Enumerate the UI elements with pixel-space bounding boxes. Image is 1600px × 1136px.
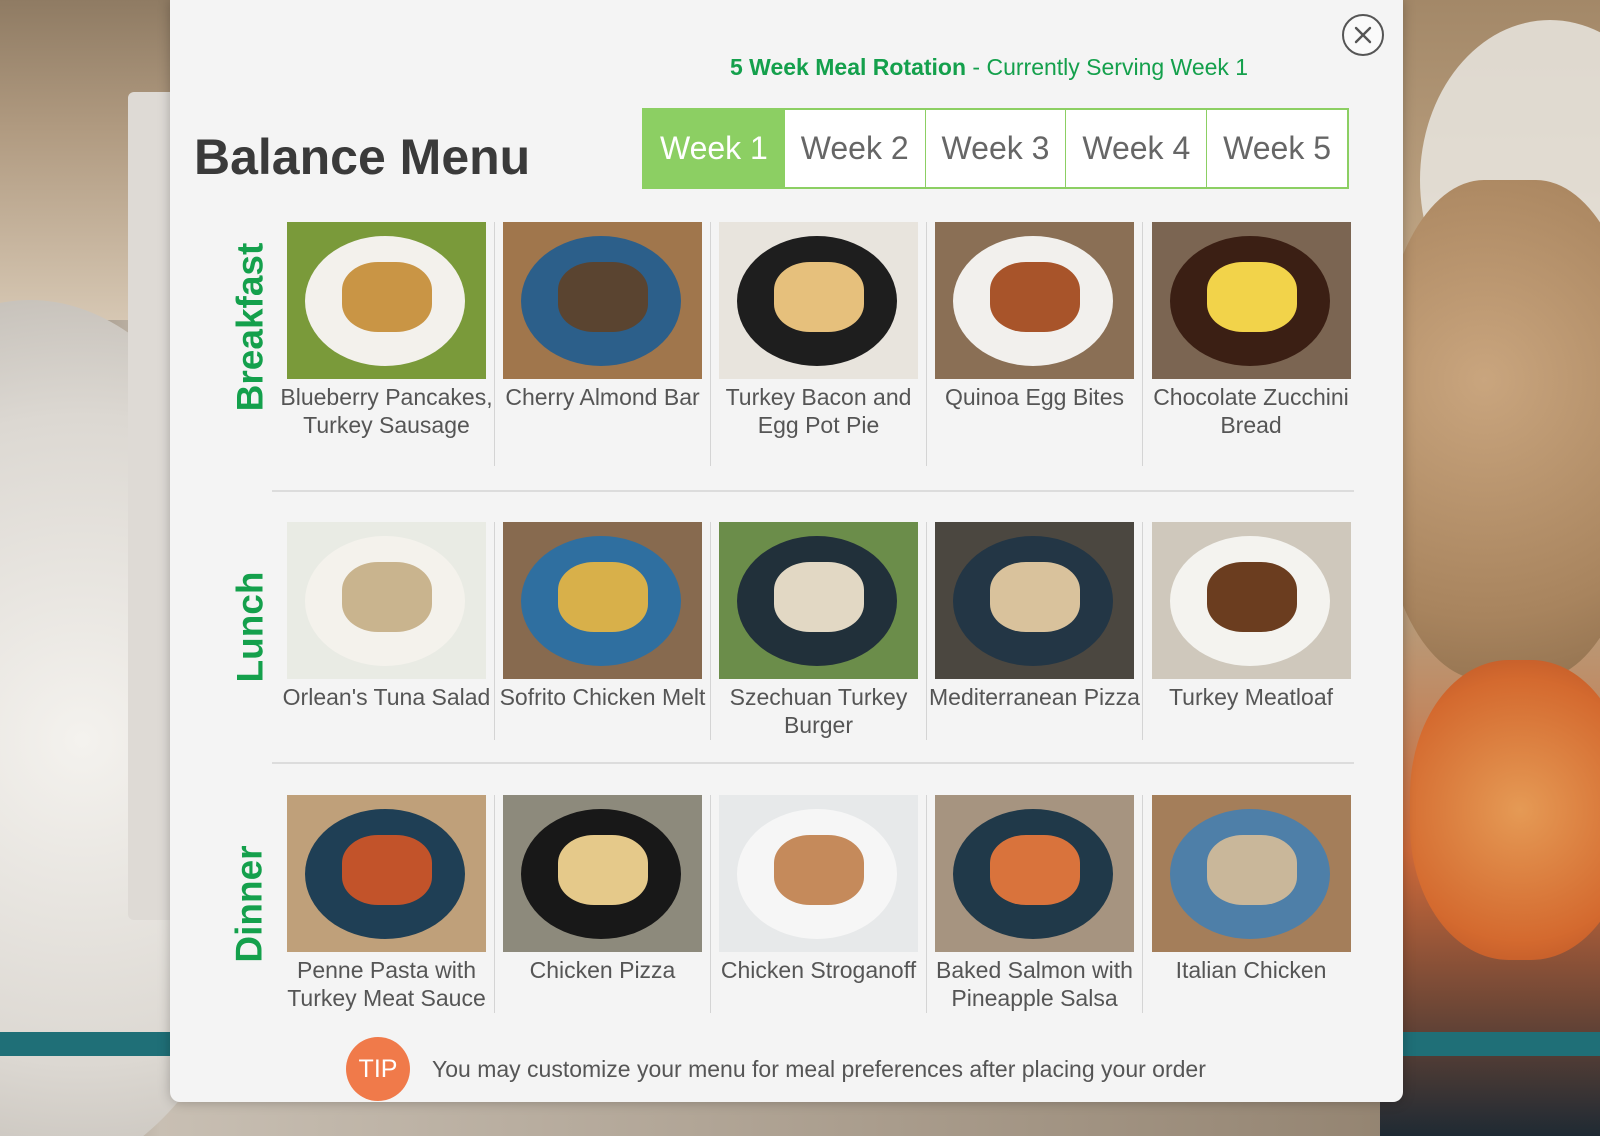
meal-photo (287, 222, 486, 379)
rotation-banner: 5 Week Meal Rotation - Currently Serving… (730, 54, 1248, 81)
meal-card[interactable]: Italian Chicken (1143, 795, 1359, 1013)
tab-week-3[interactable]: Week 3 (926, 110, 1067, 187)
meal-card[interactable]: Chicken Stroganoff (711, 795, 927, 1013)
close-icon (1354, 26, 1372, 44)
close-button[interactable] (1342, 14, 1384, 56)
background-sauce (1410, 660, 1600, 960)
meal-card[interactable]: Baked Salmon with Pineapple Salsa (927, 795, 1143, 1013)
meal-photo (935, 795, 1134, 952)
meal-name: Quinoa Egg Bites (944, 384, 1124, 410)
meal-name: Baked Salmon with Pineapple Salsa (936, 957, 1133, 1011)
meal-name: Orlean's Tuna Salad (282, 684, 491, 710)
meal-photo (287, 795, 486, 952)
meal-photo (935, 522, 1134, 679)
meal-card[interactable]: Sofrito Chicken Melt (495, 522, 711, 740)
tab-week-1[interactable]: Week 1 (644, 110, 785, 187)
meal-card[interactable]: Szechuan Turkey Burger (711, 522, 927, 740)
meal-name: Blueberry Pancakes, Turkey Sausage (280, 384, 493, 438)
meal-photo (719, 795, 918, 952)
section-divider (272, 490, 1354, 492)
tab-week-2[interactable]: Week 2 (785, 110, 926, 187)
meal-name: Penne Pasta with Turkey Meat Sauce (287, 957, 486, 1011)
meal-card[interactable]: Mediterranean Pizza (927, 522, 1143, 740)
section-breakfast: Breakfast Blueberry Pancakes, Turkey Sau… (170, 222, 1403, 466)
section-divider (272, 762, 1354, 764)
meal-photo (719, 522, 918, 679)
section-label-lunch: Lunch (228, 522, 272, 732)
tip-text: You may customize your menu for meal pre… (432, 1055, 1206, 1082)
meal-card[interactable]: Penne Pasta with Turkey Meat Sauce (279, 795, 495, 1013)
meal-card[interactable]: Chicken Pizza (495, 795, 711, 1013)
meal-photo (503, 222, 702, 379)
tip-row: TIP You may customize your menu for meal… (346, 1036, 1206, 1102)
meal-name: Chicken Pizza (529, 957, 676, 983)
section-lunch: Lunch Orlean's Tuna Salad Sofrito Chicke… (170, 522, 1403, 740)
meal-card[interactable]: Cherry Almond Bar (495, 222, 711, 466)
rotation-title: 5 Week Meal Rotation (730, 54, 967, 80)
meal-name: Turkey Bacon and Egg Pot Pie (725, 384, 912, 438)
meal-name: Cherry Almond Bar (505, 384, 700, 410)
section-label-text: Lunch (229, 571, 271, 683)
menu-modal: 5 Week Meal Rotation - Currently Serving… (170, 0, 1403, 1102)
tip-badge: TIP (346, 1037, 410, 1101)
meal-card[interactable]: Turkey Meatloaf (1143, 522, 1359, 740)
section-dinner: Dinner Penne Pasta with Turkey Meat Sauc… (170, 795, 1403, 1013)
meal-name: Turkey Meatloaf (1168, 684, 1334, 710)
tab-label: Week 5 (1223, 130, 1332, 166)
meal-photo (287, 522, 486, 679)
meal-photo (503, 522, 702, 679)
page-title: Balance Menu (194, 129, 531, 185)
meal-name: Italian Chicken (1175, 957, 1327, 983)
meal-card[interactable]: Chocolate Zucchini Bread (1143, 222, 1359, 466)
section-label-text: Breakfast (229, 242, 270, 412)
tab-week-4[interactable]: Week 4 (1066, 110, 1208, 187)
meal-photo (1151, 522, 1351, 679)
meal-name: Mediterranean Pizza (929, 684, 1140, 710)
tab-label: Week 2 (800, 130, 909, 166)
meal-photo (935, 222, 1134, 379)
meal-photo (1151, 222, 1351, 379)
meal-card[interactable]: Quinoa Egg Bites (927, 222, 1143, 466)
meal-card[interactable]: Orlean's Tuna Salad (279, 522, 495, 740)
tab-label: Week 1 (659, 130, 768, 166)
meal-photo (1151, 795, 1351, 952)
meal-name: Chocolate Zucchini Bread (1153, 384, 1349, 438)
background-bread (1380, 180, 1600, 680)
section-label-text: Dinner (229, 845, 270, 963)
meal-name: Szechuan Turkey Burger (729, 684, 908, 738)
section-label-breakfast: Breakfast (228, 222, 272, 432)
section-label-dinner: Dinner (228, 795, 272, 1013)
tab-label: Week 4 (1082, 130, 1191, 166)
meal-card[interactable]: Blueberry Pancakes, Turkey Sausage (279, 222, 495, 466)
meal-card[interactable]: Turkey Bacon and Egg Pot Pie (711, 222, 927, 466)
tab-week-5[interactable]: Week 5 (1207, 110, 1347, 187)
tab-label: Week 3 (941, 130, 1050, 166)
meal-photo (719, 222, 918, 379)
meal-name: Sofrito Chicken Melt (499, 684, 706, 710)
meal-name: Chicken Stroganoff (720, 957, 917, 983)
meal-photo (503, 795, 702, 952)
rotation-current-week: - Currently Serving Week 1 (966, 54, 1249, 80)
week-tabs: Week 1 Week 2 Week 3 Week 4 Week 5 (642, 108, 1349, 189)
